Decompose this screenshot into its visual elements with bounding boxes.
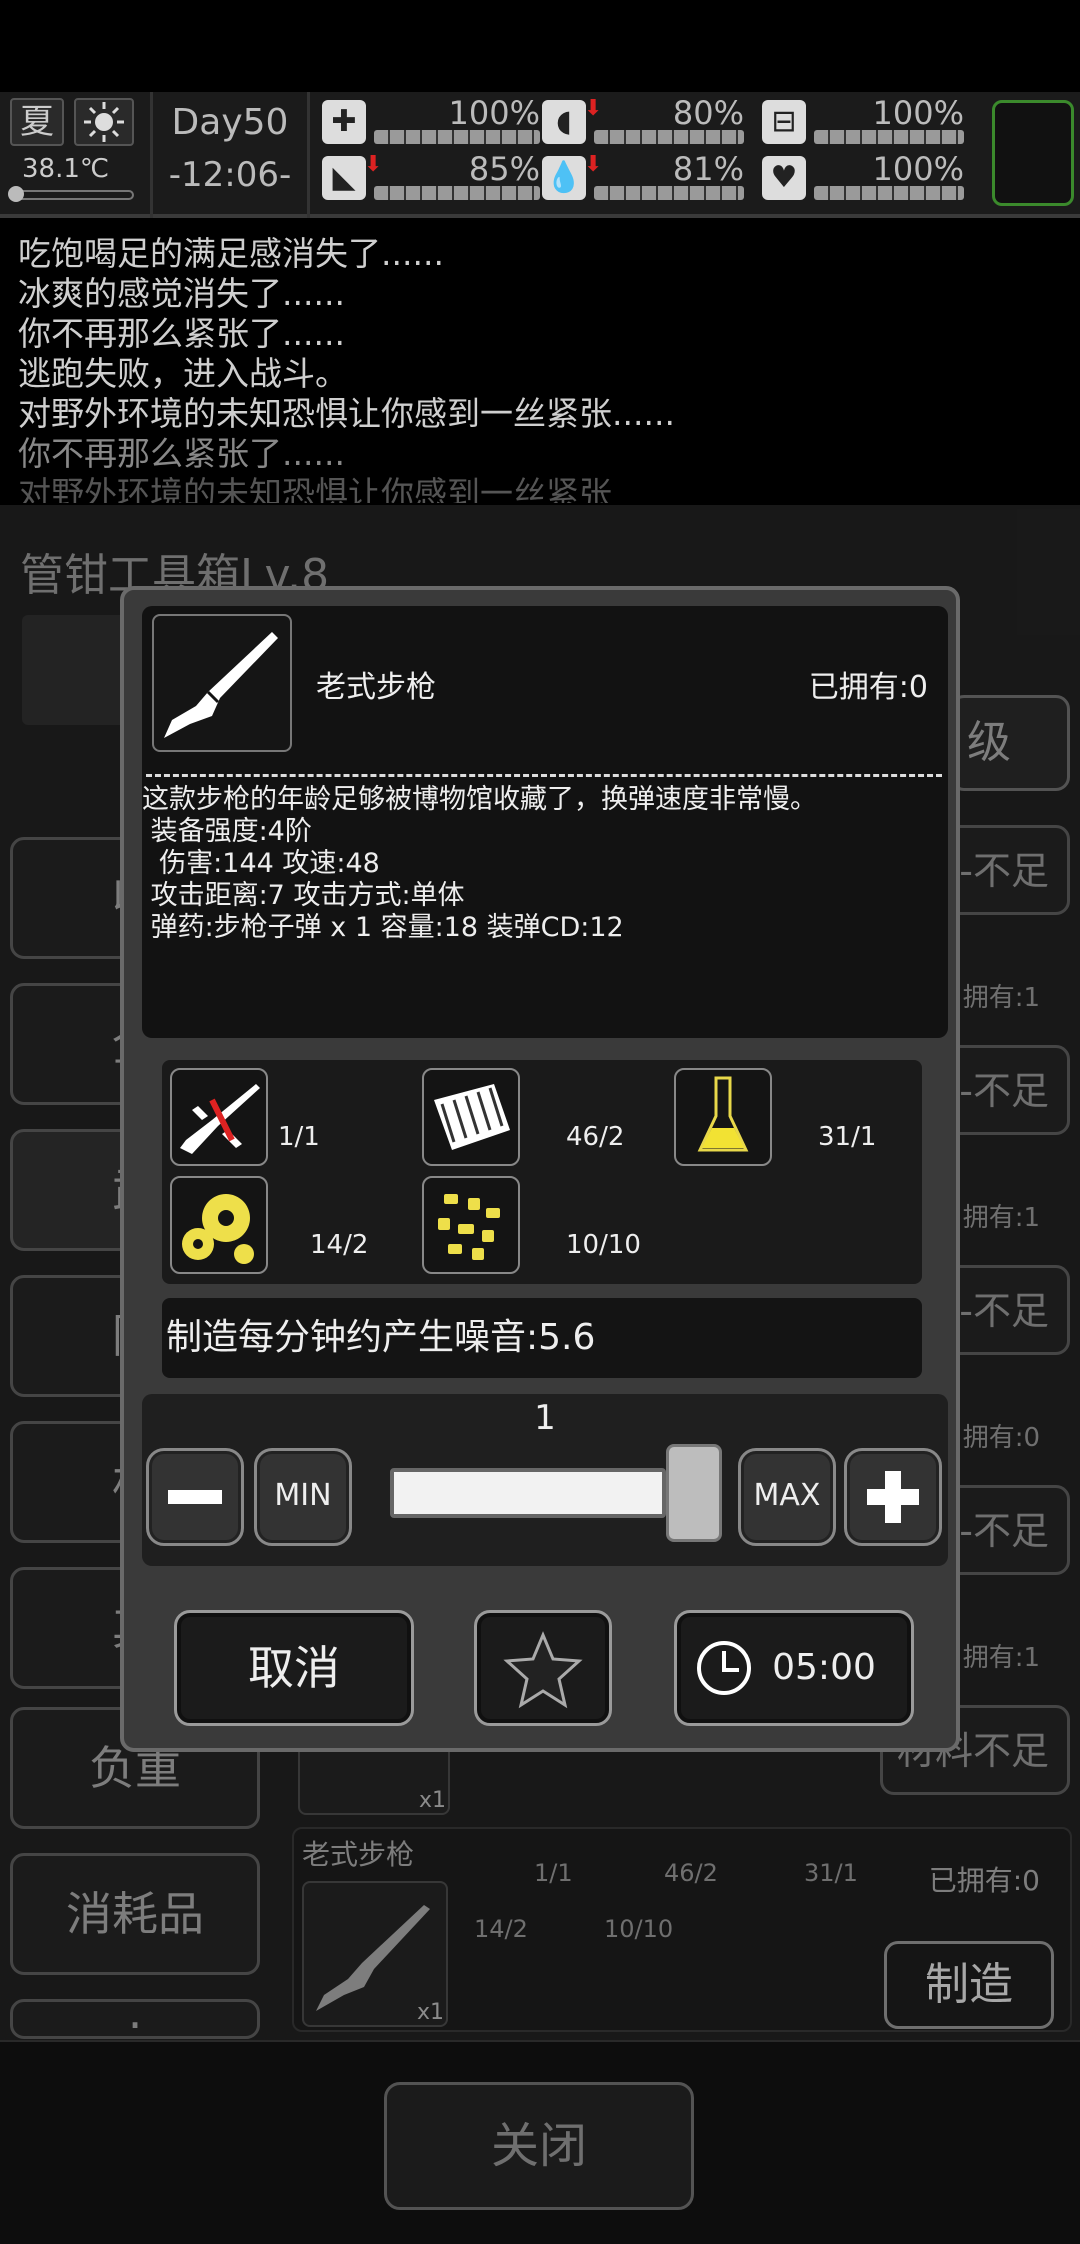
thirst-stat: 💧 ⬇ 81% [542,150,750,206]
scrap-icon [422,1176,520,1274]
temperature: 38.1℃ [22,154,110,184]
flask-icon [674,1068,772,1166]
down-arrow-icon: ⬇ [584,152,603,177]
down-arrow-icon: ⬇ [584,96,603,121]
day-counter: Day50 [171,102,289,143]
log-line: 你不再那么紧张了...... [18,434,345,473]
cloth-icon [422,1068,520,1166]
material-count: 46/2 [566,1122,625,1152]
craft-dialog: 老式步枪 已拥有:0 这款步枪的年龄足够被博物馆收藏了，换弹速度非常慢。 装备强… [120,586,960,1752]
star-icon [503,1631,583,1709]
stomach-icon: ◖ [542,100,586,144]
plus-icon [867,1470,919,1523]
quantity-value: 1 [534,1398,556,1438]
material-count: 31/1 [818,1122,877,1152]
craft-time: 05:00 [772,1647,876,1688]
hunger-stat: ◖ ⬇ 80% [542,94,750,150]
equipment-slot[interactable] [992,100,1074,206]
increase-button[interactable] [844,1448,942,1546]
rifle-icon [152,614,292,752]
cancel-button[interactable]: 取消 [174,1610,414,1726]
favorite-button[interactable] [474,1610,612,1726]
log-line: 对野外环境的未知恐惧让你感到一丝紧张...... [18,394,675,433]
gears-icon [170,1176,268,1274]
temperature-bar [8,186,134,202]
log-line: 逃跑失败，进入战斗。 [18,354,348,393]
min-button[interactable]: MIN [254,1448,352,1546]
material-count: 14/2 [310,1230,369,1260]
status-bar: 夏 38.1℃ Day50 -12:06- ✚ 100% ◖ ⬇ 80% ⊟ 1… [0,92,1080,218]
season-indicator: 夏 [10,98,64,146]
heart-stat: ♥ 100% [762,150,970,206]
sun-icon [74,98,134,146]
heart-icon: ♥ [762,156,806,200]
boot-icon: ◣ [322,156,366,200]
day-clock: Day50 -12:06- [150,92,310,218]
minus-icon [168,1489,222,1504]
water-drop-icon: 💧 [542,156,586,200]
stamina-stat: ◣ ⬇ 85% [322,150,546,206]
craft-start-button[interactable]: 05:00 [674,1610,914,1726]
material-count: 1/1 [278,1122,320,1152]
rifle-parts-icon [170,1068,268,1166]
medkit-icon: ✚ [322,100,366,144]
health-stat: ✚ 100% [322,94,546,150]
max-button[interactable]: MAX [738,1448,836,1546]
divider [146,774,942,777]
material-count: 10/10 [566,1230,641,1260]
decrease-button[interactable] [146,1448,244,1546]
pill-icon: ⊟ [762,100,806,144]
log-line: 冰爽的感觉消失了...... [18,274,345,313]
message-log: 吃饱喝足的满足感消失了...... 冰爽的感觉消失了...... 你不再那么紧张… [0,228,1080,503]
quantity-slider[interactable] [390,1468,666,1518]
log-line: 你不再那么紧张了...... [18,314,345,353]
game-clock: -12:06- [168,155,292,195]
log-line: 对野外环境的未知恐惧让你感到一丝紧张 [18,474,612,503]
slider-thumb[interactable] [666,1444,722,1542]
noise-info: 制造每分钟约产生噪音:5.6 [162,1298,922,1378]
item-description: 这款步枪的年龄足够被博物馆收藏了，换弹速度非常慢。 装备强度:4阶 伤害:144… [142,784,817,943]
item-name: 老式步枪 [316,670,436,705]
quantity-selector: 1 MIN MAX [142,1394,948,1566]
item-info-panel: 老式步枪 已拥有:0 这款步枪的年龄足够被博物馆收藏了，换弹速度非常慢。 装备强… [142,606,948,1038]
down-arrow-icon: ⬇ [364,152,383,177]
log-line: 吃饱喝足的满足感消失了...... [18,234,444,273]
materials-panel: 1/1 46/2 31/1 14/2 10/10 [162,1060,922,1284]
owned-count: 已拥有:0 [808,670,928,705]
mood-stat: ⊟ 100% [762,94,970,150]
clock-icon [697,1641,751,1695]
